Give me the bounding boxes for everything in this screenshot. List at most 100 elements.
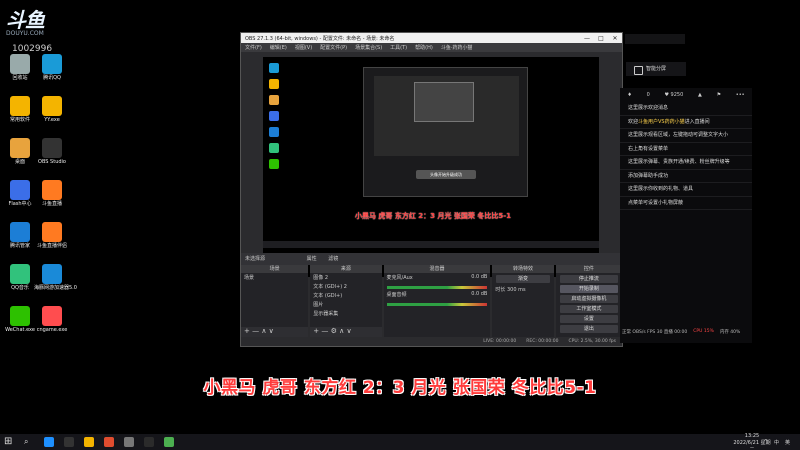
desktop-icon-label: OBS Studio <box>38 159 66 165</box>
preview-desktop-icons <box>269 63 289 175</box>
taskbar-app-icon[interactable] <box>124 437 134 447</box>
clock-date: 2022/6/21 星期二 <box>733 440 771 450</box>
scenes-toolbar[interactable]: + — ∧ ∨ <box>241 327 309 337</box>
source-item[interactable]: 图像 2 <box>310 273 381 282</box>
transitions-dock: 转场特效 渐变 时长 300 ms <box>492 265 554 337</box>
desktop-icon-label: WeChat.exe <box>5 327 35 333</box>
tray-item[interactable]: 中 <box>774 439 779 446</box>
obs-titlebar[interactable]: OBS 27.1.3 (64-bit, windows) - 配置文件: 未命名… <box>241 33 622 43</box>
transitions-title: 转场特效 <box>492 265 554 273</box>
control-button[interactable]: 停止推流 <box>559 275 619 283</box>
source-item[interactable]: 图片 <box>310 300 381 309</box>
chat-toolbar: ♦ 0 ♥ 9250 ▲ ⚑ ••• <box>620 88 752 102</box>
desktop-icon[interactable]: Flash中心 <box>2 180 38 208</box>
control-button[interactable]: 退出 <box>559 325 619 333</box>
scene-item[interactable]: 场景 <box>241 273 308 282</box>
search-icon[interactable]: ⌕ <box>24 437 34 447</box>
mixer-meter[interactable] <box>386 303 488 306</box>
chat-toolbar-item[interactable]: ••• <box>736 92 745 98</box>
chat-toolbar-item[interactable]: ▲ <box>698 92 702 98</box>
preview-ticker: 小黑马 虎哥 东方红 2：3 月光 张国荣 冬比比5-1 <box>355 212 512 220</box>
obs-window[interactable]: OBS 27.1.3 (64-bit, windows) - 配置文件: 未命名… <box>240 32 623 347</box>
transition-select[interactable]: 渐变 <box>496 275 550 283</box>
chat-message-hl: 斗鱼用户VS药药小猫 <box>638 118 685 125</box>
maximize-button[interactable]: □ <box>594 35 608 42</box>
desktop-icon[interactable]: WeChat.exe <box>2 306 38 334</box>
desktop-icon-label: cngame.exe <box>36 327 68 333</box>
desktop-icon[interactable]: 回收站 <box>2 54 38 82</box>
chat-panel: ♦ 0 ♥ 9250 ▲ ⚑ ••• 这里展示欢迎消息 欢迎斗鱼用户VS药药小猫进入直播间这… <box>620 88 752 343</box>
app-icon <box>10 264 30 284</box>
desktop-icon[interactable]: 腾讯管家 <box>2 222 38 250</box>
obs-menu-item[interactable]: 场景集合(S) <box>355 44 382 51</box>
obs-title: OBS 27.1.3 (64-bit, windows) - 配置文件: 未命名… <box>245 35 395 42</box>
desktop-icon[interactable]: 常用软件 <box>2 96 38 124</box>
obs-menu-item[interactable]: 斗鱼·药药小猫 <box>441 44 473 51</box>
obs-menu-item[interactable]: 文件(F) <box>245 44 262 51</box>
source-item[interactable]: 文本 (GDI+) <box>310 291 381 300</box>
desktop-icon[interactable]: cngame.exe <box>34 306 70 334</box>
close-button[interactable]: ✕ <box>608 35 622 42</box>
app-icon <box>42 54 62 74</box>
taskbar-app-icon[interactable] <box>144 437 154 447</box>
app-icon <box>42 222 62 242</box>
mixer-meter[interactable] <box>386 286 488 289</box>
mixer-channel-desktop: 桌面音频 0.0 dB <box>386 291 488 298</box>
smart-split-button[interactable]: 智能分屏 <box>626 62 686 76</box>
scene-label: 未选择源 <box>245 256 266 262</box>
preview-icon <box>269 159 279 169</box>
obs-menu-item[interactable]: 配置文件(P) <box>320 44 347 51</box>
start-icon[interactable]: ⊞ <box>4 437 14 447</box>
stat-mem: 内存 40% <box>719 330 741 335</box>
obs-statusbar: LIVE: 00:00:00 REC: 00:00:00 CPU: 2.5%, 30… <box>241 337 622 346</box>
mixer-title: 混音器 <box>383 265 491 273</box>
taskbar-app-icon[interactable] <box>44 437 54 447</box>
desktop-icon[interactable]: 腾讯QQ <box>34 54 70 82</box>
obs-menu-item[interactable]: 帮助(H) <box>415 44 433 51</box>
desktop-icon[interactable]: 斗鱼直播 <box>34 180 70 208</box>
chat-toolbar-item[interactable]: ⚑ <box>717 92 721 98</box>
chat-message: 欢迎斗鱼用户VS药药小猫进入直播间 <box>620 116 752 129</box>
desktop-icon-label: 腾讯QQ <box>43 75 61 81</box>
tab-filters[interactable]: 滤镜 <box>328 256 338 262</box>
sources-dock: 来源 图像 2 文本 (GDI+) 2 文本 (GDI+) 图片 显示器采集 + — ⚙… <box>310 265 382 337</box>
control-button[interactable]: 工作室模式 <box>559 305 619 313</box>
source-item[interactable]: 显示器采集 <box>310 309 381 318</box>
desktop-icon[interactable]: 桌面 <box>2 138 38 166</box>
control-button[interactable]: 启动虚拟摄像机 <box>559 295 619 303</box>
chat-toolbar-item[interactable]: ♦ <box>627 92 631 98</box>
tray-item[interactable]: 英 <box>785 439 790 446</box>
sources-toolbar[interactable]: + — ⚙ ∧ ∨ <box>310 327 382 337</box>
desktop-icon-label: 海豚网游加速器5.0 <box>34 285 77 291</box>
source-item[interactable]: 文本 (GDI+) 2 <box>310 282 381 291</box>
taskbar-app-icon[interactable] <box>164 437 174 447</box>
control-button[interactable]: 设置 <box>559 315 619 323</box>
chat-toolbar-item[interactable]: ♥ 9250 <box>664 92 683 98</box>
chat-toolbar-item[interactable]: 0 <box>647 92 650 98</box>
taskbar-app-icon[interactable] <box>84 437 94 447</box>
chat-message: 点菜单可设置小礼物屏蔽 <box>620 197 752 210</box>
desktop-icon[interactable]: QQ音乐 <box>2 264 38 292</box>
desktop-icon[interactable]: 海豚网游加速器5.0 <box>34 264 77 292</box>
desktop-icon[interactable]: YY.exe <box>34 96 70 124</box>
source-list: 图像 2 文本 (GDI+) 2 文本 (GDI+) 图片 显示器采集 <box>310 273 381 318</box>
chat-message-post: 进入直播间 <box>684 118 710 125</box>
obs-menu-item[interactable]: 编辑(E) <box>270 44 287 51</box>
app-icon <box>42 96 62 116</box>
desktop-icon[interactable]: 斗鱼直播伴侣 <box>34 222 70 250</box>
obs-menu-item[interactable]: 工具(T) <box>390 44 407 51</box>
tab-properties[interactable]: 属性 <box>307 256 317 262</box>
scenes-title: 场景 <box>241 265 309 273</box>
chat-message: 这里展示欢迎消息 <box>620 102 752 116</box>
obs-menu-item[interactable]: 视图(V) <box>295 44 312 51</box>
status-item: CPU: 2.5%, 30.00 fps <box>568 339 617 344</box>
control-button[interactable]: 开始录制 <box>559 285 619 293</box>
app-icon <box>42 264 62 284</box>
logo-mark: 斗鱼 <box>6 8 45 32</box>
taskbar-app-icon[interactable] <box>104 437 114 447</box>
minimize-button[interactable]: — <box>580 35 594 42</box>
desktop-icon[interactable]: OBS Studio <box>34 138 70 166</box>
app-icon <box>10 54 30 74</box>
taskbar-app-icon[interactable] <box>64 437 74 447</box>
clock[interactable]: 13:25 2022/6/21 星期二 <box>732 433 772 450</box>
